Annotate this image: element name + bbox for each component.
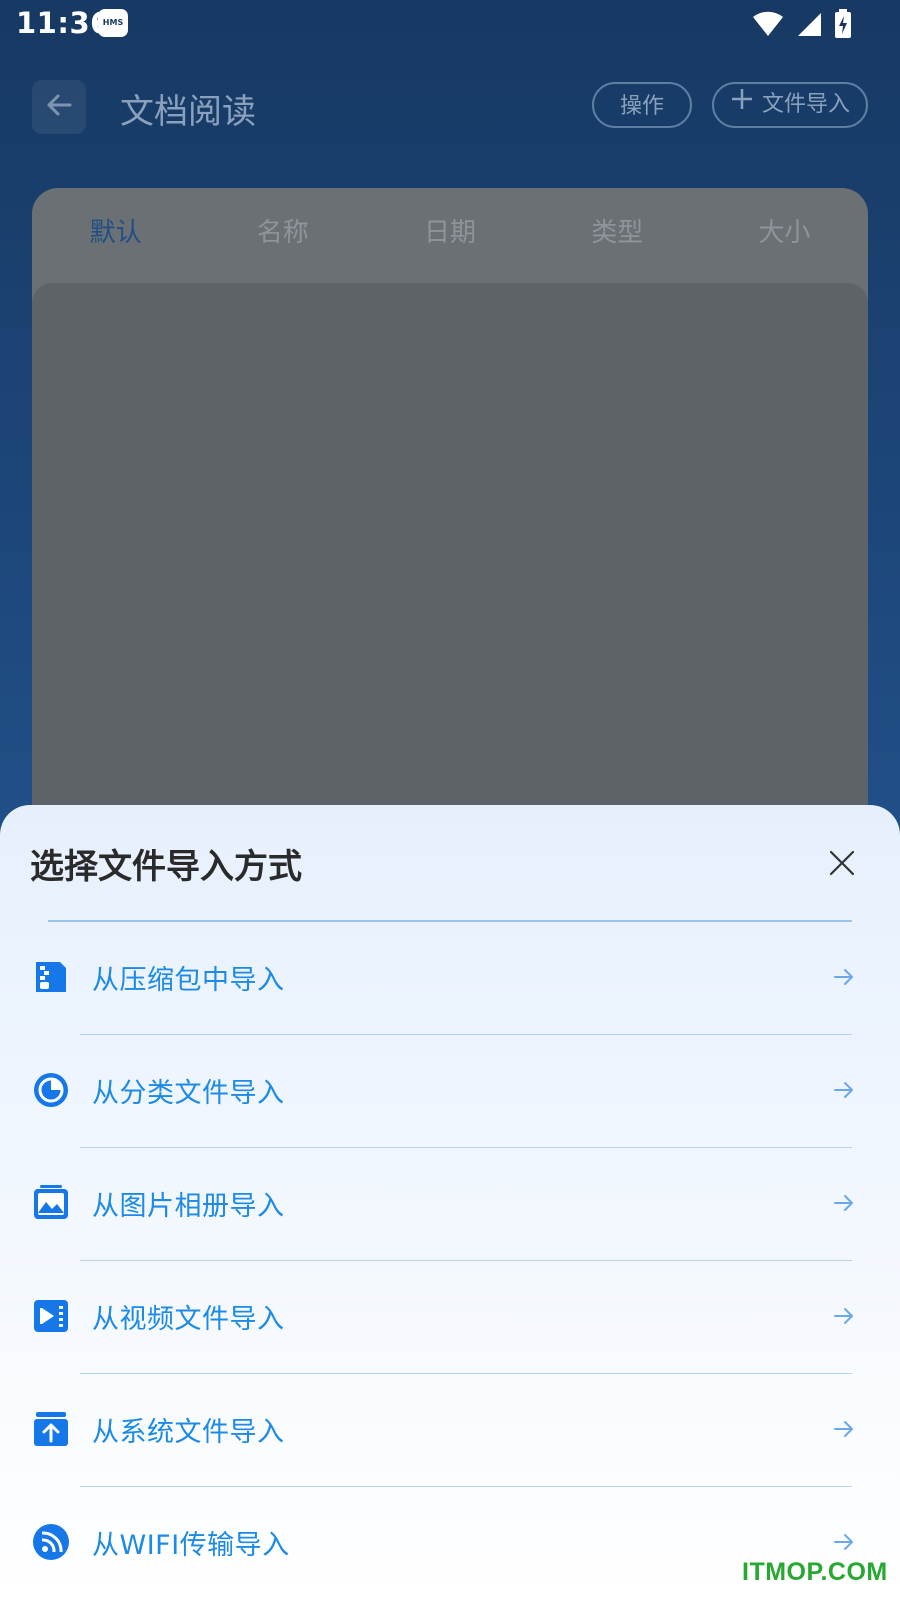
arrow-right-icon bbox=[833, 966, 855, 988]
operate-button[interactable]: 操作 bbox=[592, 82, 692, 128]
sort-tab-date[interactable]: 日期 bbox=[366, 188, 533, 283]
arrow-right-icon bbox=[833, 1192, 855, 1214]
sort-tab-size[interactable]: 大小 bbox=[701, 188, 868, 283]
file-import-label: 文件导入 bbox=[761, 92, 850, 117]
top-app-bar: 文档阅读 操作 文件导入 bbox=[0, 60, 900, 150]
status-icons bbox=[752, 9, 852, 43]
video-icon bbox=[32, 1297, 70, 1335]
option-label: 从WIFI传输导入 bbox=[92, 1530, 290, 1561]
arrow-right-icon bbox=[833, 1079, 855, 1101]
sort-tabs: 默认 名称 日期 类型 大小 bbox=[32, 188, 868, 283]
option-label: 从图片相册导入 bbox=[92, 1191, 285, 1222]
option-import-from-album[interactable]: 从图片相册导入 bbox=[0, 1148, 900, 1261]
upload-box-icon bbox=[32, 1410, 70, 1448]
back-arrow-icon bbox=[44, 90, 74, 124]
status-bar: 11:36 HMS bbox=[0, 0, 900, 48]
import-method-sheet: 选择文件导入方式 从压缩包中导入 从分类文件导入 从图片相册导入 从视频文件导入… bbox=[0, 805, 900, 1600]
file-import-button[interactable]: 文件导入 bbox=[712, 82, 868, 128]
pie-chart-icon bbox=[32, 1071, 70, 1109]
arrow-right-icon bbox=[833, 1531, 855, 1553]
watermark: ITMOP.COM bbox=[742, 1558, 888, 1586]
wifi-icon bbox=[752, 11, 784, 41]
back-button[interactable] bbox=[32, 80, 86, 134]
close-button[interactable] bbox=[822, 845, 862, 885]
wifi-transfer-icon bbox=[32, 1523, 70, 1561]
page-title: 文档阅读 bbox=[120, 92, 256, 132]
sort-tab-name[interactable]: 名称 bbox=[199, 188, 366, 283]
option-label: 从压缩包中导入 bbox=[92, 965, 285, 996]
sort-tab-default[interactable]: 默认 bbox=[32, 188, 199, 283]
zip-icon bbox=[32, 958, 70, 996]
battery-charging-icon bbox=[834, 9, 852, 43]
option-label: 从视频文件导入 bbox=[92, 1304, 285, 1335]
plus-icon bbox=[730, 82, 754, 128]
option-import-from-category[interactable]: 从分类文件导入 bbox=[0, 1035, 900, 1148]
close-icon bbox=[828, 849, 856, 881]
signal-icon bbox=[796, 11, 822, 41]
option-label: 从系统文件导入 bbox=[92, 1417, 285, 1448]
arrow-right-icon bbox=[833, 1418, 855, 1440]
image-icon bbox=[32, 1184, 70, 1222]
hms-badge: HMS bbox=[98, 9, 128, 37]
status-time: 11:36 bbox=[16, 6, 111, 40]
sort-tab-type[interactable]: 类型 bbox=[534, 188, 701, 283]
arrow-right-icon bbox=[833, 1305, 855, 1327]
option-import-from-video[interactable]: 从视频文件导入 bbox=[0, 1261, 900, 1374]
option-import-from-zip[interactable]: 从压缩包中导入 bbox=[0, 922, 900, 1035]
option-import-from-system[interactable]: 从系统文件导入 bbox=[0, 1374, 900, 1487]
sheet-title: 选择文件导入方式 bbox=[30, 847, 302, 887]
option-label: 从分类文件导入 bbox=[92, 1078, 285, 1109]
